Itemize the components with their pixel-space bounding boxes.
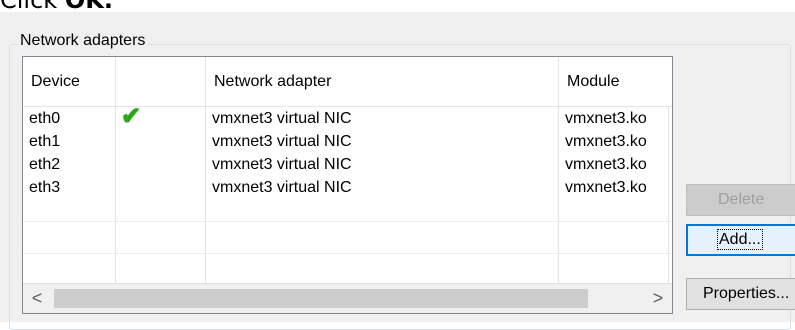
network-adapters-list[interactable]: Device Network adapter Module eth0 ✔ vmx… bbox=[22, 56, 673, 314]
column-header-device[interactable]: Device bbox=[23, 57, 116, 106]
cell-device: eth0 bbox=[29, 110, 61, 127]
cell-device: eth2 bbox=[29, 156, 61, 173]
empty-row bbox=[23, 254, 672, 284]
list-header: Device Network adapter Module bbox=[23, 57, 672, 107]
group-title: Network adapters bbox=[17, 32, 149, 50]
table-row[interactable]: eth1 vmxnet3 virtual NIC vmxnet3.ko bbox=[23, 130, 672, 153]
check-icon: ✔ bbox=[121, 103, 142, 130]
column-header-module[interactable]: Module bbox=[559, 57, 672, 106]
cell-adapter: vmxnet3 virtual NIC bbox=[212, 110, 352, 127]
empty-row bbox=[23, 199, 672, 222]
dialog-panel: Network adapters Device Network adapter … bbox=[0, 12, 795, 330]
cell-adapter: vmxnet3 virtual NIC bbox=[212, 179, 352, 196]
cell-device: eth3 bbox=[29, 179, 61, 196]
scroll-thumb[interactable] bbox=[54, 289, 588, 308]
table-row[interactable]: eth2 vmxnet3 virtual NIC vmxnet3.ko bbox=[23, 153, 672, 176]
table-row[interactable]: eth0 ✔ vmxnet3 virtual NIC vmxnet3.ko bbox=[23, 103, 672, 130]
properties-button[interactable]: Properties... bbox=[686, 278, 795, 310]
cell-adapter: vmxnet3 virtual NIC bbox=[212, 133, 352, 150]
cell-module: vmxnet3.ko bbox=[565, 133, 647, 150]
empty-row bbox=[23, 222, 672, 254]
cell-adapter: vmxnet3 virtual NIC bbox=[212, 156, 352, 173]
column-header-status[interactable] bbox=[116, 57, 206, 106]
cell-module: vmxnet3.ko bbox=[565, 179, 647, 196]
horizontal-scrollbar[interactable]: < > bbox=[23, 283, 672, 313]
cell-module: vmxnet3.ko bbox=[565, 110, 647, 127]
add-button-label: Add... bbox=[717, 229, 763, 250]
scroll-left-icon[interactable]: < bbox=[23, 284, 51, 313]
cell-device: eth1 bbox=[29, 133, 61, 150]
delete-button[interactable]: Delete bbox=[686, 184, 795, 216]
column-header-network-adapter[interactable]: Network adapter bbox=[206, 57, 559, 106]
cell-module: vmxnet3.ko bbox=[565, 156, 647, 173]
scroll-right-icon[interactable]: > bbox=[644, 284, 672, 313]
table-row[interactable]: eth3 vmxnet3 virtual NIC vmxnet3.ko bbox=[23, 176, 672, 199]
add-button[interactable]: Add... bbox=[686, 224, 795, 256]
